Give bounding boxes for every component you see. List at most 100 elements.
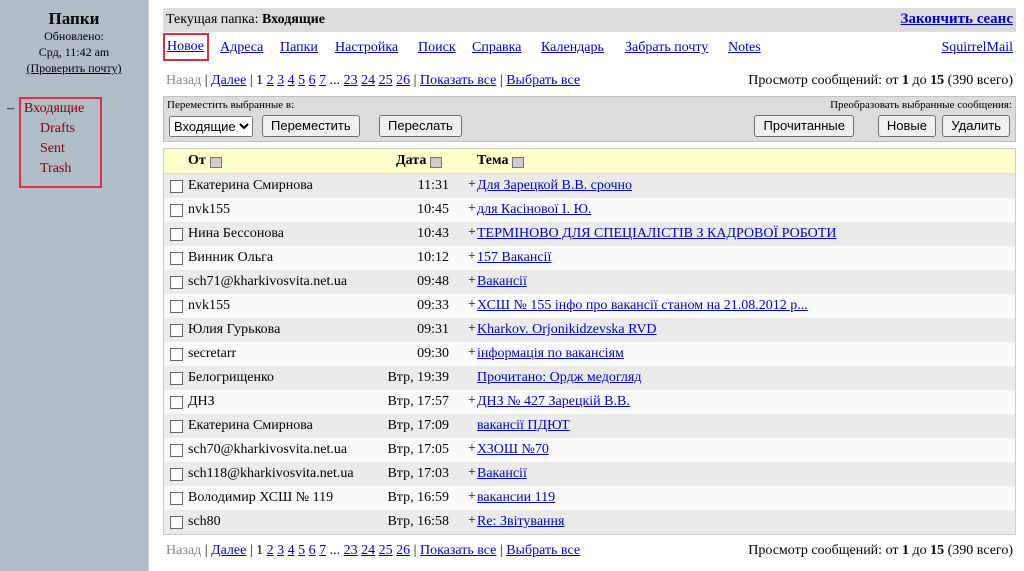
message-checkbox[interactable]	[170, 492, 183, 505]
message-row[interactable]: Нина Бессонова 10:43 + ТЕРМІНОВО ДЛЯ СПЕЦІА…	[164, 222, 1015, 246]
folder-collapse-toggle[interactable]: –	[7, 101, 14, 117]
message-subject-link[interactable]: для Касінової І. Ю.	[477, 202, 591, 218]
page-link[interactable]: 25	[379, 543, 393, 558]
target-folder-select[interactable]: Входящие	[169, 116, 253, 137]
page-link[interactable]: 3	[277, 543, 284, 558]
page-link[interactable]: 23	[344, 73, 358, 88]
page-link[interactable]: 26	[396, 543, 410, 558]
forward-button[interactable]: Переслать	[379, 115, 462, 137]
notes-link[interactable]: Notes	[728, 40, 761, 56]
message-checkbox[interactable]	[170, 252, 183, 265]
page-link[interactable]: 3	[277, 73, 284, 88]
page-link[interactable]: 6	[309, 543, 316, 558]
fetch-mail-link[interactable]: Забрать почту	[625, 40, 708, 56]
message-checkbox[interactable]	[170, 204, 183, 217]
page-link[interactable]: 7	[319, 73, 326, 88]
message-checkbox[interactable]	[170, 276, 183, 289]
options-link[interactable]: Настройка	[335, 40, 398, 56]
message-row[interactable]: Белогрищенко Втр, 19:39 Прочитано: Ордж ме…	[164, 366, 1015, 390]
page-link[interactable]: 4	[288, 543, 295, 558]
compose-link[interactable]: Новое	[163, 33, 210, 61]
delete-button[interactable]: Удалить	[942, 115, 1010, 137]
help-link[interactable]: Справка	[472, 40, 521, 56]
show-all-link[interactable]: Показать все	[420, 543, 496, 558]
message-row[interactable]: Екатерина Смирнова 11:31 + Для Зарецкой В.В…	[164, 174, 1015, 198]
move-button[interactable]: Переместить	[262, 115, 360, 137]
message-row[interactable]: sch70@kharkivosvita.net.ua Втр, 17:05 + ХЗО…	[164, 438, 1015, 462]
message-subject-link[interactable]: ТЕРМІНОВО ДЛЯ СПЕЦІАЛІСТІВ З КАДРОВОЇ РО…	[477, 226, 836, 242]
folder-sent[interactable]: Sent	[21, 139, 100, 159]
page-link[interactable]: 7	[319, 543, 326, 558]
message-checkbox[interactable]	[170, 420, 183, 433]
next-page-link[interactable]: Далее	[211, 73, 246, 88]
page-link[interactable]: 2	[267, 73, 274, 88]
message-row[interactable]: Володимир ХСШ № 119 Втр, 16:59 + вакансии 1…	[164, 486, 1015, 510]
page-link[interactable]: 2	[267, 543, 274, 558]
calendar-link[interactable]: Календарь	[541, 40, 604, 56]
show-all-link[interactable]: Показать все	[420, 73, 496, 88]
column-subject[interactable]: Тема	[477, 153, 525, 169]
message-checkbox[interactable]	[170, 396, 183, 409]
message-row[interactable]: Юлия Гурькова 09:31 + Kharkov. Orjonikidzev…	[164, 318, 1015, 342]
page-link[interactable]: 5	[298, 543, 305, 558]
mark-read-button[interactable]: Прочитанные	[754, 115, 854, 137]
select-all-link[interactable]: Выбрать все	[506, 73, 580, 88]
message-checkbox[interactable]	[170, 516, 183, 529]
squirrelmail-link[interactable]: SquirrelMail	[941, 40, 1013, 56]
column-date[interactable]: Дата	[396, 153, 443, 169]
message-checkbox[interactable]	[170, 180, 183, 193]
message-row[interactable]: secretarr 09:30 + інформація по вакансіям	[164, 342, 1015, 366]
message-subject-link[interactable]: 157 Вакансії	[477, 250, 551, 266]
message-subject-link[interactable]: Вакансії	[477, 274, 527, 290]
column-from[interactable]: От	[188, 153, 222, 169]
sort-icon[interactable]	[512, 157, 525, 168]
message-row[interactable]: Винник Ольга 10:12 +157 Вакансії	[164, 246, 1015, 270]
message-checkbox[interactable]	[170, 348, 183, 361]
logout-link[interactable]: Закончить сеанс	[901, 11, 1013, 28]
folder-trash[interactable]: Trash	[21, 159, 100, 179]
message-row[interactable]: nvk155 10:45 + для Касінової І. Ю.	[164, 198, 1015, 222]
check-mail-link[interactable]: (Проверить почту)	[27, 61, 122, 75]
page-link[interactable]: 4	[288, 73, 295, 88]
page-link[interactable]: 25	[379, 73, 393, 88]
message-subject-link[interactable]: Вакансії	[477, 466, 527, 482]
page-link[interactable]: 23	[344, 543, 358, 558]
addresses-link[interactable]: Адреса	[220, 40, 263, 56]
folder-inbox[interactable]: Входящие	[21, 99, 100, 119]
page-link[interactable]: 26	[396, 73, 410, 88]
next-page-link[interactable]: Далее	[211, 543, 246, 558]
folders-link[interactable]: Папки	[280, 40, 318, 56]
message-row[interactable]: sch118@kharkivosvita.net.ua Втр, 17:03 + Ва…	[164, 462, 1015, 486]
select-all-link[interactable]: Выбрать все	[506, 543, 580, 558]
message-checkbox[interactable]	[170, 228, 183, 241]
message-subject-link[interactable]: Re: Звітування	[477, 514, 564, 530]
message-subject-link[interactable]: ХСШ № 155 інфо про вакансії станом на 21…	[477, 298, 808, 314]
message-row[interactable]: sch71@kharkivosvita.net.ua 09:48 + Вакансії	[164, 270, 1015, 294]
message-subject-link[interactable]: ХЗОШ №70	[477, 442, 549, 458]
message-subject-link[interactable]: Для Зарецкой В.В. срочно	[477, 178, 632, 194]
page-link[interactable]: 5	[298, 73, 305, 88]
message-subject-link[interactable]: Kharkov. Orjonikidzevska RVD	[477, 322, 657, 338]
page-link[interactable]: 24	[361, 73, 375, 88]
message-subject-link[interactable]: інформація по вакансіям	[477, 346, 624, 362]
message-checkbox[interactable]	[170, 300, 183, 313]
message-row[interactable]: ДНЗ Втр, 17:57 + ДНЗ № 427 Зарецкій В.В.	[164, 390, 1015, 414]
message-subject-link[interactable]: вакансії ПДЮТ	[477, 418, 570, 434]
message-row[interactable]: sch80 Втр, 16:58 + Re: Звітування	[164, 510, 1015, 534]
sort-icon[interactable]	[209, 157, 222, 168]
message-checkbox[interactable]	[170, 468, 183, 481]
page-link[interactable]: 6	[309, 73, 316, 88]
message-subject-link[interactable]: вакансии 119	[477, 490, 555, 506]
message-checkbox[interactable]	[170, 372, 183, 385]
page-link[interactable]: 24	[361, 543, 375, 558]
message-row[interactable]: nvk155 09:33 + ХСШ № 155 інфо про вакансії …	[164, 294, 1015, 318]
message-subject-link[interactable]: Прочитано: Ордж медогляд	[477, 370, 641, 386]
message-checkbox[interactable]	[170, 444, 183, 457]
message-checkbox[interactable]	[170, 324, 183, 337]
message-subject-link[interactable]: ДНЗ № 427 Зарецкій В.В.	[477, 394, 630, 410]
folder-drafts[interactable]: Drafts	[21, 119, 100, 139]
message-row[interactable]: Екатерина Смирнова Втр, 17:09 вакансії ПДЮ…	[164, 414, 1015, 438]
search-link[interactable]: Поиск	[418, 40, 456, 56]
mark-unread-button[interactable]: Новые	[877, 115, 936, 137]
sort-icon[interactable]	[430, 157, 443, 168]
